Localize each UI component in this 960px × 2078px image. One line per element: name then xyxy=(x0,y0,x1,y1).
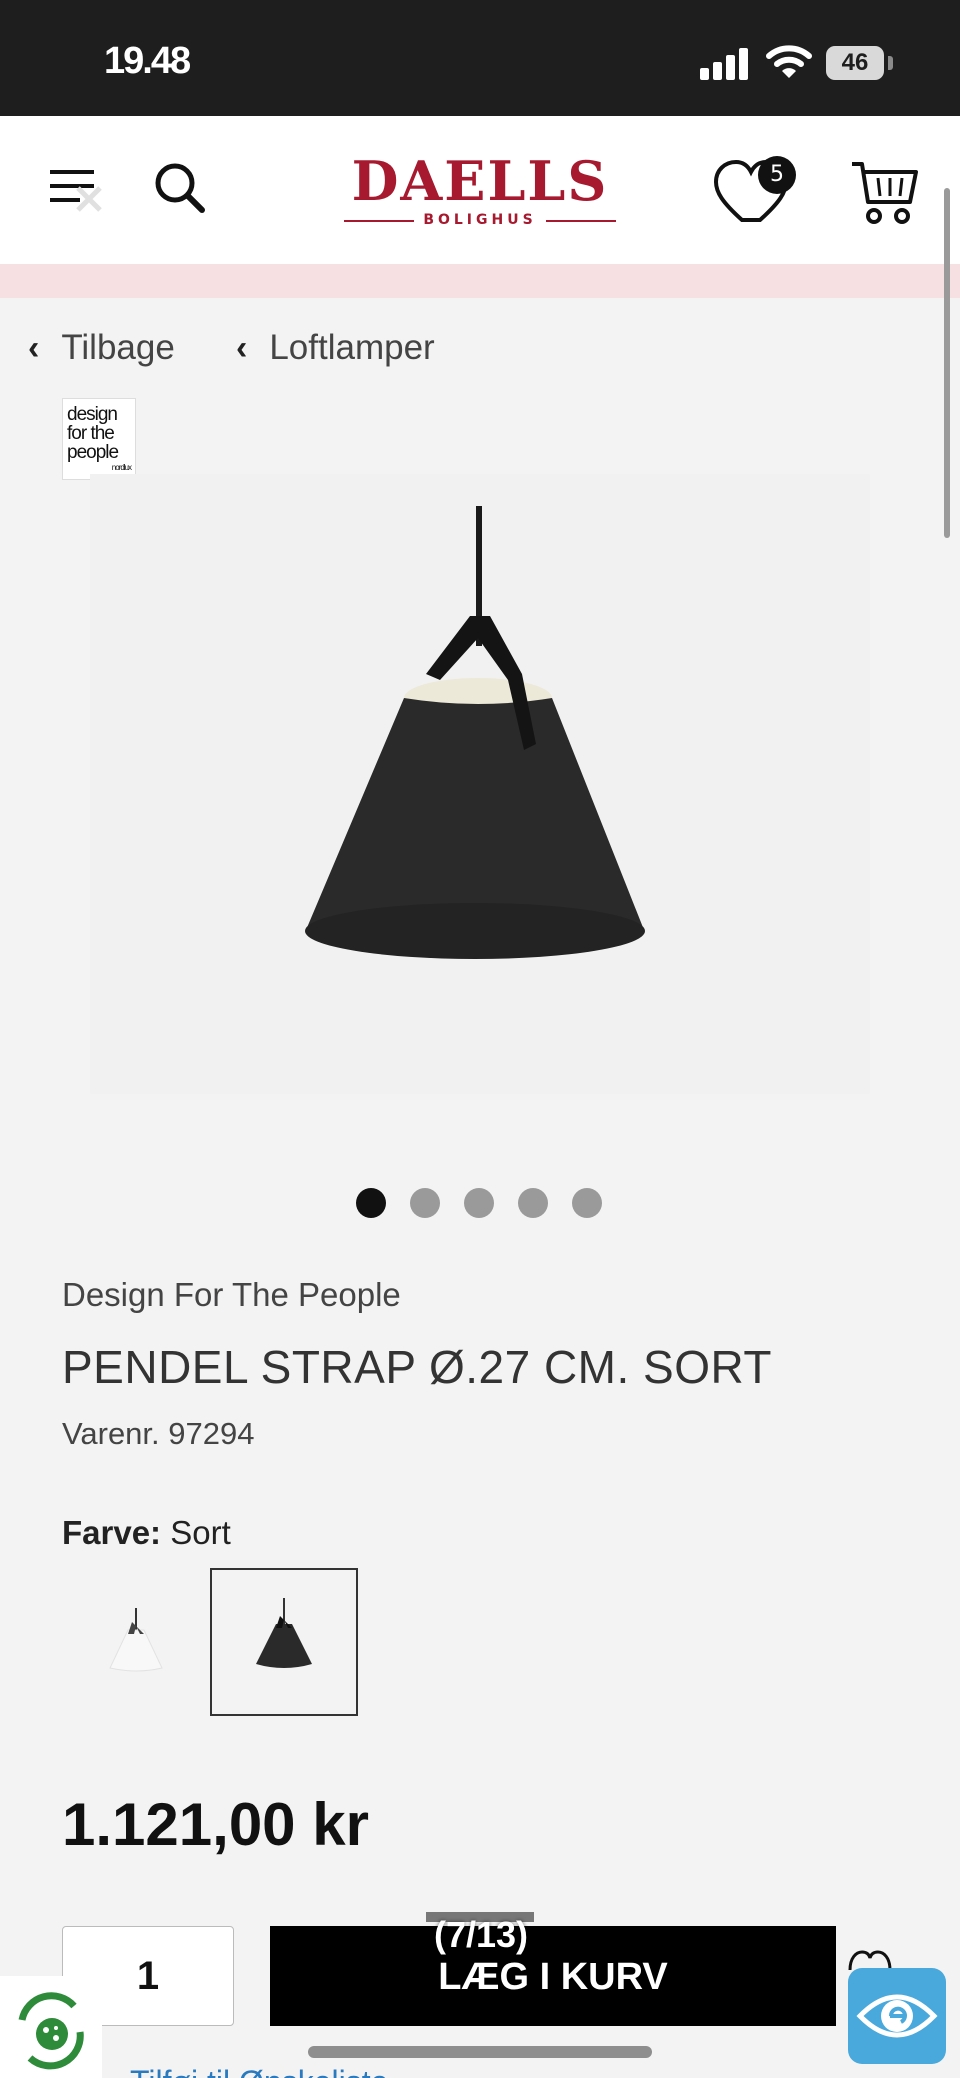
wifi-icon xyxy=(766,45,812,78)
brand-badge-logo: design for the people nordlux xyxy=(62,398,136,480)
brand-badge-line1: design xyxy=(67,404,118,425)
eye-icon xyxy=(856,1994,938,2038)
logo-brand: DAELLS xyxy=(351,149,609,213)
battery-indicator: 46 xyxy=(826,46,884,80)
category-link[interactable]: ‹ Loftlamper xyxy=(236,326,435,370)
battery-tip xyxy=(888,56,893,70)
promo-strip xyxy=(0,264,960,298)
color-selector-label: Farve: Sort xyxy=(62,1514,231,1552)
pendant-lamp-image xyxy=(305,506,645,959)
gallery-dot[interactable] xyxy=(464,1188,494,1218)
black-lamp-thumbnail xyxy=(256,1598,312,1668)
product-sku: Varenr. 97294 xyxy=(62,1416,255,1451)
menu-close-icon[interactable] xyxy=(48,166,106,212)
color-swatch-black[interactable] xyxy=(210,1568,358,1716)
gallery-dot[interactable] xyxy=(518,1188,548,1218)
status-time: 19.48 xyxy=(104,40,191,82)
brand-badge-line2: for the xyxy=(67,423,115,444)
color-swatch-white[interactable] xyxy=(62,1568,210,1716)
chevron-left-icon: ‹ xyxy=(236,328,248,367)
product-brand[interactable]: Design For The People xyxy=(62,1276,401,1314)
gallery-dot[interactable] xyxy=(410,1188,440,1218)
product-title: PENDEL STRAP Ø.27 CM. SORT xyxy=(62,1341,773,1393)
gallery-dot[interactable] xyxy=(572,1188,602,1218)
site-header: DAELLS BOLIGHUS 5 xyxy=(0,116,960,264)
chevron-left-icon: ‹ xyxy=(28,328,40,367)
accessibility-widget[interactable] xyxy=(848,1968,946,2064)
color-value: Sort xyxy=(170,1514,231,1551)
wishlist-count-badge: 5 xyxy=(758,156,796,194)
cookie-icon xyxy=(18,1992,84,2070)
add-to-cart-button[interactable]: LÆG I KURV xyxy=(270,1926,836,2026)
cart-icon[interactable] xyxy=(850,158,918,228)
back-link[interactable]: ‹ Tilbage xyxy=(28,326,175,370)
logo-sub: BOLIGHUS xyxy=(342,212,618,228)
image-counter: (7/13) xyxy=(433,1914,529,1955)
white-lamp-thumbnail xyxy=(109,1608,163,1672)
product-image[interactable] xyxy=(90,474,870,1094)
add-to-wishlist-link[interactable]: Tilføj til Ønskeliste xyxy=(130,2064,388,2078)
signal-icon xyxy=(700,48,750,80)
page-scrollbar[interactable] xyxy=(944,188,950,538)
cookie-consent-widget[interactable] xyxy=(0,1976,102,2078)
search-icon[interactable] xyxy=(152,160,208,216)
back-label: Tilbage xyxy=(61,328,175,367)
home-indicator[interactable] xyxy=(308,2046,652,2058)
gallery-dots xyxy=(356,1188,602,1218)
category-label: Loftlamper xyxy=(269,328,435,367)
product-price: 1.121,00 kr xyxy=(62,1791,369,1858)
site-logo[interactable]: DAELLS BOLIGHUS xyxy=(342,154,618,228)
gallery-dot[interactable] xyxy=(356,1188,386,1218)
status-bar: 19.48 46 xyxy=(0,0,960,116)
color-label: Farve: xyxy=(62,1514,162,1551)
